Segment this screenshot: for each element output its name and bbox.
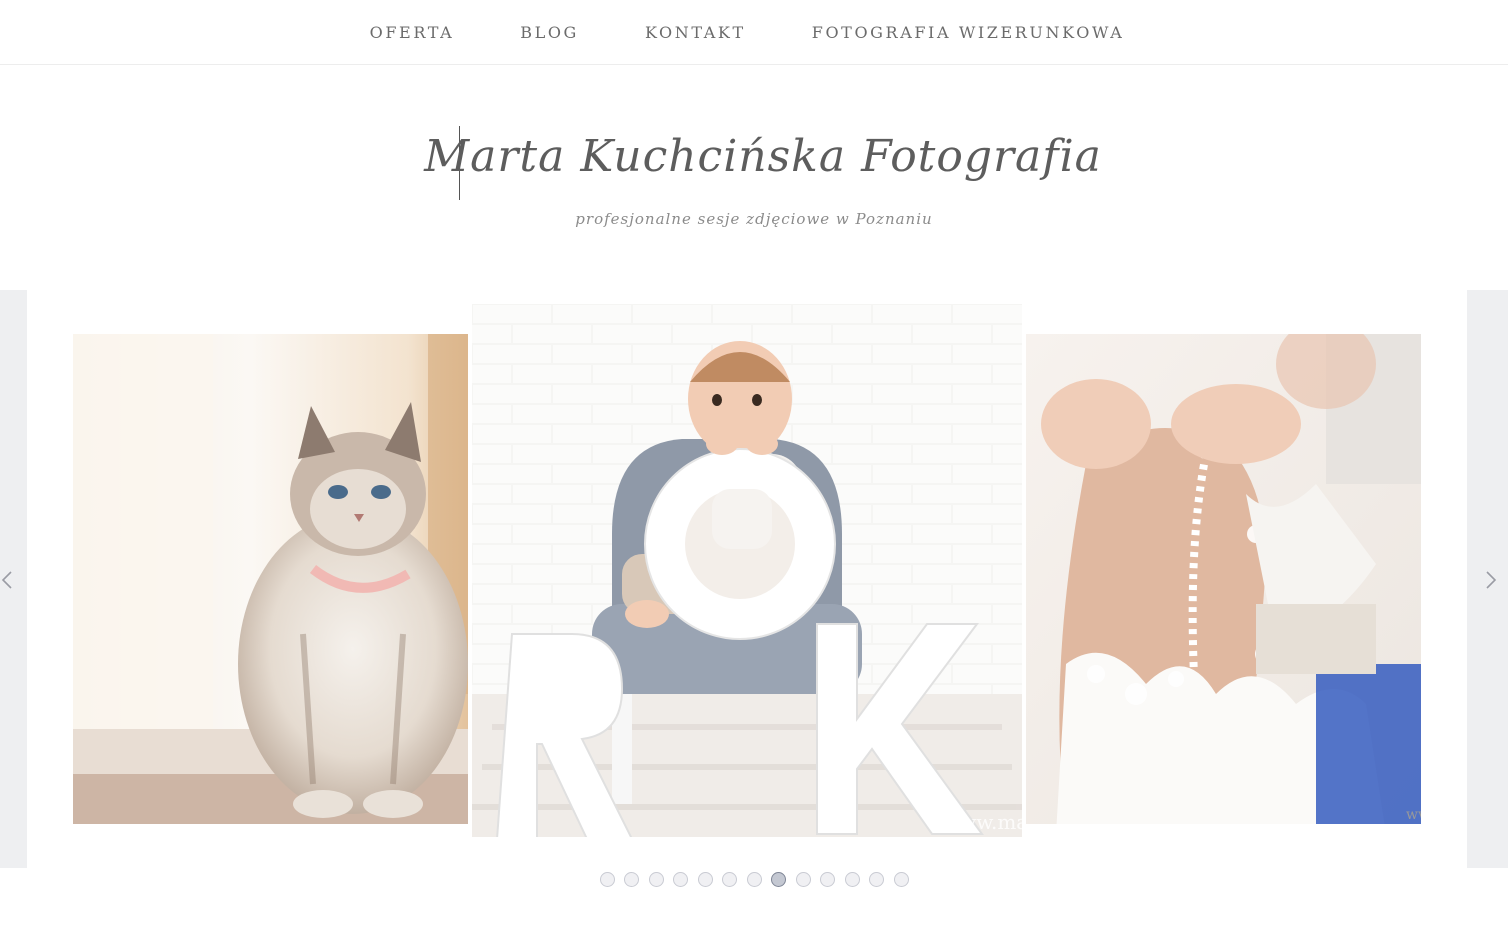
nav-link-fotografia-wizerunkowa[interactable]: FOTOGRAFIA WIZERUNKOWA	[812, 23, 1125, 42]
slider-dot[interactable]	[697, 872, 713, 887]
chevron-right-icon	[1486, 571, 1497, 589]
slider-prev-button[interactable]	[0, 570, 17, 590]
slider-dot[interactable]	[869, 872, 884, 887]
slider-dot[interactable]	[648, 872, 664, 887]
slider-dot[interactable]	[599, 872, 615, 887]
nav-item-fotografia-wizerunkowa: FOTOGRAFIA WIZERUNKOWA	[812, 23, 1125, 42]
slider-dot[interactable]	[795, 872, 811, 887]
slider-dot[interactable]	[722, 872, 737, 887]
slide-baby[interactable]: www.mart	[472, 304, 1022, 837]
wedding-dress-photo: ww	[1026, 334, 1421, 824]
slider-dot[interactable]	[844, 872, 860, 887]
nav-item-blog: BLOG	[520, 23, 579, 42]
slider-pagination	[0, 872, 1508, 887]
site-title[interactable]: Marta Kuchcińska Fotografia	[406, 112, 1102, 202]
chevron-left-icon	[1, 571, 12, 589]
site-tagline: profesjonalne sesje zdjęciowe w Poznaniu	[575, 210, 933, 228]
slider-dot[interactable]	[893, 872, 909, 887]
wedding-photo-watermark: ww	[1406, 807, 1421, 823]
baby-photo: www.mart	[472, 304, 1022, 837]
slider-dot[interactable]	[746, 872, 762, 887]
nav-item-oferta: OFERTA	[370, 23, 455, 42]
top-navigation: OFERTA BLOG KONTAKT FOTOGRAFIA WIZERUNKO…	[0, 0, 1508, 65]
nav-link-oferta[interactable]: OFERTA	[370, 23, 455, 42]
page: OFERTA BLOG KONTAKT FOTOGRAFIA WIZERUNKO…	[0, 0, 1508, 935]
nav-menu: OFERTA BLOG KONTAKT FOTOGRAFIA WIZERUNKO…	[370, 23, 1125, 42]
slide-cat[interactable]	[73, 334, 468, 824]
slide-wedding[interactable]: ww	[1026, 334, 1421, 824]
slider-next-button[interactable]	[1481, 570, 1501, 590]
nav-link-blog[interactable]: BLOG	[520, 23, 579, 42]
slider-dot[interactable]	[673, 872, 688, 887]
slider-dot[interactable]	[820, 872, 835, 887]
nav-link-kontakt[interactable]: KONTAKT	[645, 23, 746, 42]
cat-photo	[73, 334, 468, 824]
site-logo[interactable]: Marta Kuchcińska Fotografia	[0, 112, 1508, 202]
slider-dot[interactable]	[624, 872, 639, 887]
baby-photo-watermark: www.mart	[942, 810, 1022, 834]
slider-dot[interactable]	[771, 872, 786, 887]
nav-item-kontakt: KONTAKT	[645, 23, 746, 42]
